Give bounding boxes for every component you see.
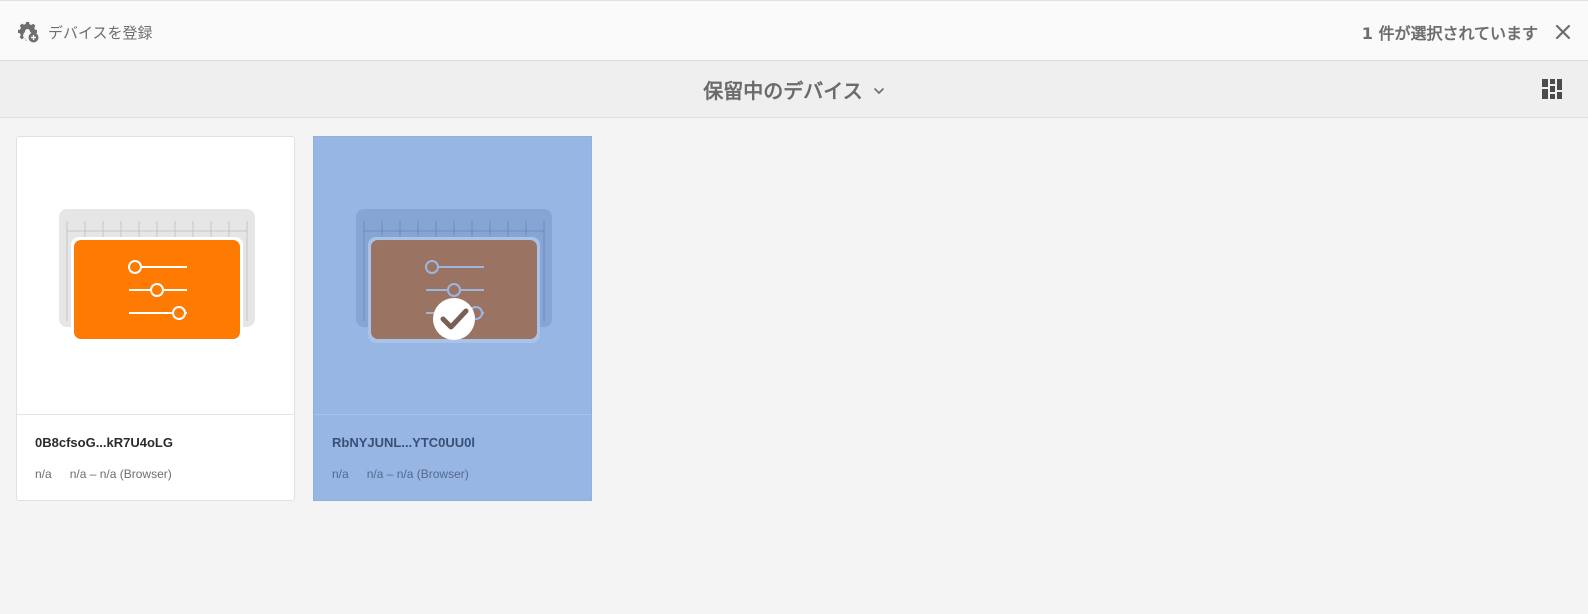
device-card-selected[interactable]: RbNYJUNL...YTC0UU0l n/a n/a – n/a (Brows… xyxy=(313,136,592,501)
device-settings-illustration xyxy=(59,209,255,343)
register-device-button[interactable]: デバイスを登録 xyxy=(16,19,153,45)
title-bar: 保留中のデバイス xyxy=(0,61,1588,118)
checkmark-icon xyxy=(433,298,475,340)
view-title-dropdown[interactable]: 保留中のデバイス xyxy=(703,75,884,104)
card-divider xyxy=(17,414,294,415)
selection-count: 1 件が選択されています xyxy=(1361,24,1538,43)
card-view-icon[interactable] xyxy=(1542,79,1562,99)
device-detail: n/a – n/a (Browser) xyxy=(69,467,172,481)
register-device-label: デバイスを登録 xyxy=(48,23,153,42)
device-settings-illustration xyxy=(356,209,552,343)
device-name: RbNYJUNL...YTC0UU0l xyxy=(332,435,476,450)
close-icon[interactable] xyxy=(1554,23,1572,41)
device-status: n/a xyxy=(332,467,349,481)
action-bar: デバイスを登録 1 件が選択されています xyxy=(0,0,1588,61)
device-thumbnail xyxy=(314,137,591,414)
page-title: 保留中のデバイス xyxy=(703,79,863,103)
device-thumbnail xyxy=(17,137,294,414)
device-detail: n/a – n/a (Browser) xyxy=(366,467,469,481)
selection-status: 1 件が選択されています xyxy=(1362,19,1572,45)
device-meta: n/a n/a – n/a (Browser) xyxy=(35,467,172,481)
gear-add-icon xyxy=(18,22,39,43)
device-card[interactable]: 0B8cfsoG...kR7U4oLG n/a n/a – n/a (Brows… xyxy=(16,136,295,501)
device-status: n/a xyxy=(35,467,52,481)
card-divider xyxy=(314,414,591,415)
chevron-down-icon xyxy=(873,88,884,95)
device-meta: n/a n/a – n/a (Browser) xyxy=(332,467,469,481)
device-name: 0B8cfsoG...kR7U4oLG xyxy=(35,435,173,450)
